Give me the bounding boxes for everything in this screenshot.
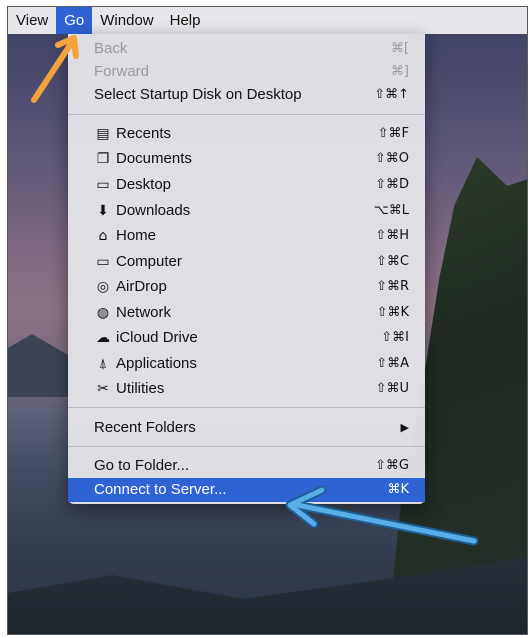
annotation-overlay: [31, 35, 479, 546]
blue-arrow-icon: [285, 485, 479, 546]
orange-arrow-icon: [31, 35, 79, 103]
